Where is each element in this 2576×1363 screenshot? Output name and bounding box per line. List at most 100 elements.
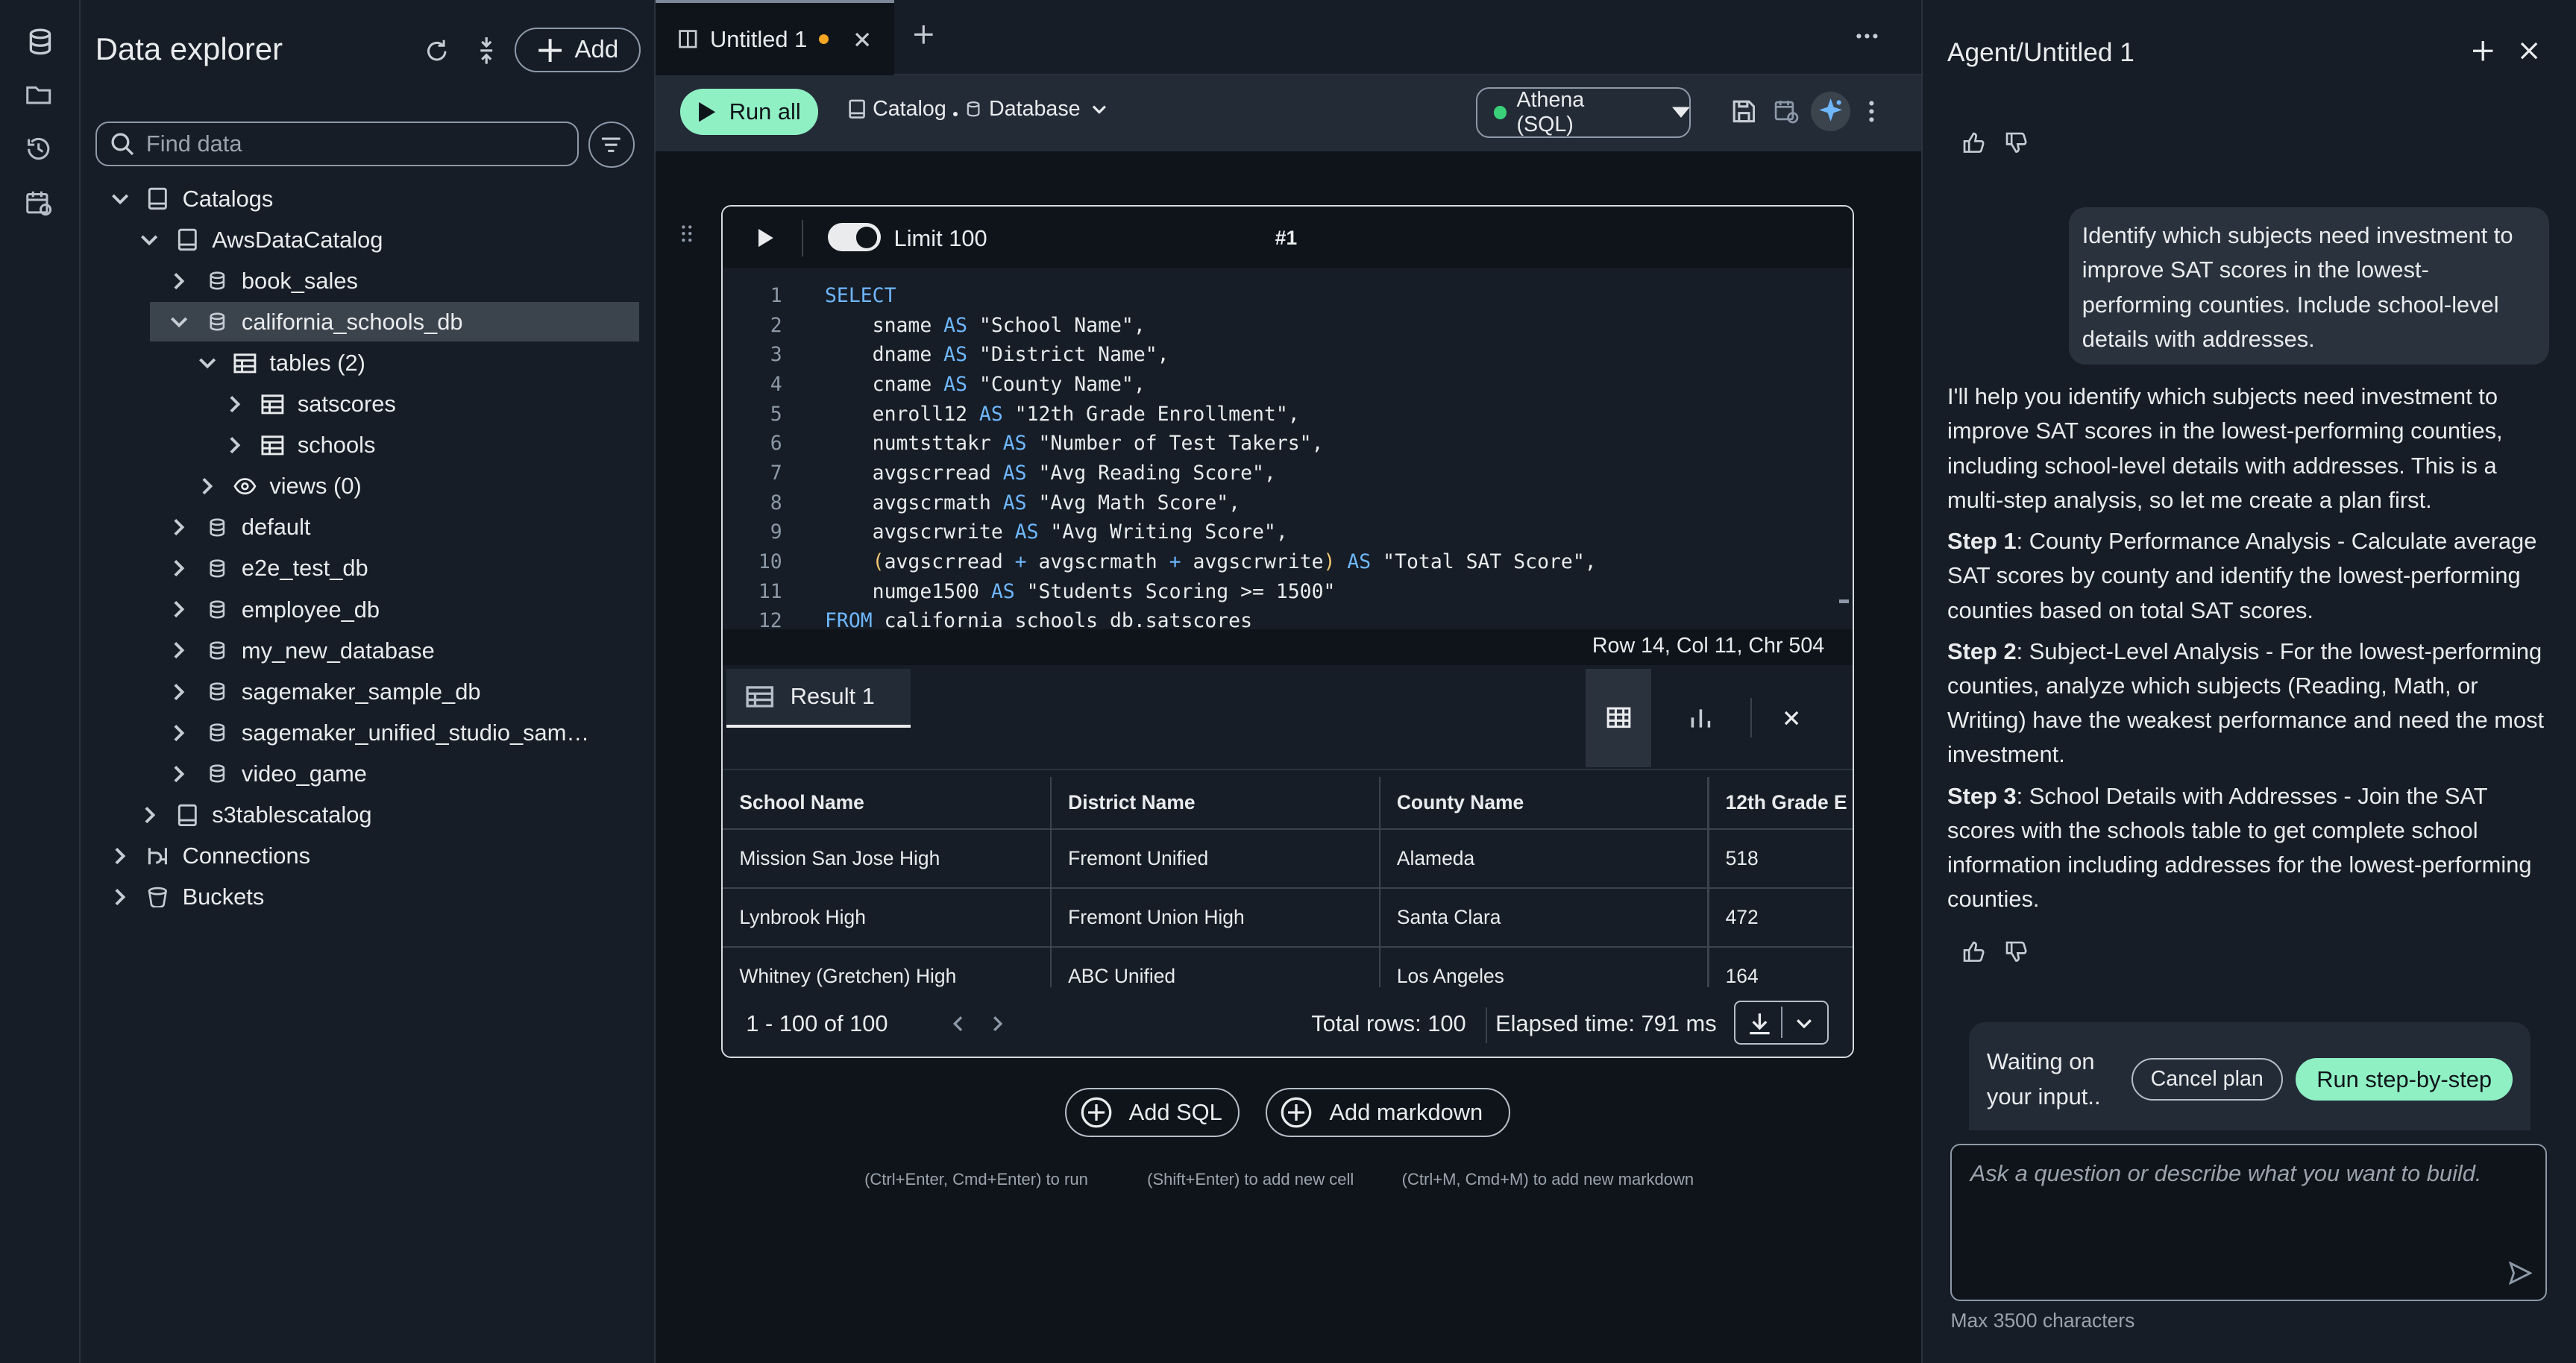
chevron-right-icon[interactable]: [169, 682, 189, 701]
catalog-icon: [849, 99, 865, 119]
plan-step-3: Step 3: School Details with Addresses - …: [1947, 779, 2559, 917]
chart-view-icon[interactable]: [1684, 702, 1717, 734]
run-step-by-step-button[interactable]: Run step-by-step: [2296, 1058, 2513, 1101]
send-icon[interactable]: [2507, 1260, 2533, 1286]
column-divider[interactable]: [1049, 777, 1052, 988]
history-icon[interactable]: [25, 135, 56, 166]
add-sql-label: Add SQL: [1128, 1098, 1222, 1125]
column-header[interactable]: County Name: [1380, 777, 1709, 830]
database-icon[interactable]: [25, 26, 56, 57]
tree-item[interactable]: Catalogs: [81, 179, 656, 218]
find-data-input[interactable]: [145, 130, 541, 157]
close-panel-icon[interactable]: [2516, 38, 2542, 64]
tree-item[interactable]: employee_db: [81, 590, 656, 629]
notebook-tab-bar: Untitled 1: [656, 0, 1921, 76]
prompt-input[interactable]: [1952, 1145, 2546, 1300]
drag-handle-icon[interactable]: [679, 221, 695, 245]
toggle-knob: [855, 226, 878, 248]
thumbs-up-icon[interactable]: [1962, 939, 1985, 963]
limit-toggle[interactable]: [828, 223, 881, 251]
chevron-right-icon[interactable]: [169, 271, 189, 291]
chevron-right-icon[interactable]: [225, 435, 245, 455]
chevron-down-icon[interactable]: [139, 230, 159, 250]
tree-item[interactable]: schools: [81, 426, 656, 465]
chevron-right-icon[interactable]: [169, 764, 189, 784]
close-results-icon[interactable]: [1778, 705, 1804, 731]
tree-item[interactable]: book_sales: [81, 261, 656, 300]
tab-untitled-1[interactable]: Untitled 1: [656, 0, 894, 76]
tree-item[interactable]: Buckets: [81, 878, 656, 917]
scheduler-icon[interactable]: [25, 189, 56, 220]
new-chat-plus-icon[interactable]: [2470, 38, 2496, 64]
find-data-search[interactable]: [95, 122, 579, 166]
tree-item[interactable]: california_schools_db: [149, 302, 640, 342]
column-header[interactable]: District Name: [1052, 777, 1380, 830]
sql-editor[interactable]: 1 SELECT 2 sname AS "School Name", 3 dname …: [723, 267, 1853, 629]
tree-item[interactable]: sagemaker_sample_db: [81, 672, 656, 711]
add-sql-button[interactable]: Add SQL: [1064, 1087, 1240, 1137]
chevron-down-icon[interactable]: [110, 189, 130, 208]
chevron-right-icon[interactable]: [110, 887, 130, 907]
schedule-icon[interactable]: [1774, 98, 1800, 125]
tree-item[interactable]: views (0): [81, 467, 656, 506]
code-text: numge1500 AS "Students Scoring >= 1500": [824, 579, 1336, 603]
chevron-right-icon[interactable]: [169, 517, 189, 537]
chevron-down-icon[interactable]: [169, 312, 189, 332]
run-cell-play-icon[interactable]: [755, 228, 775, 248]
save-icon[interactable]: [1730, 98, 1756, 125]
tree-item[interactable]: video_game: [81, 754, 656, 793]
chevron-right-icon[interactable]: [169, 640, 189, 660]
new-tab-plus-icon[interactable]: [911, 19, 937, 49]
column-header[interactable]: 12th Grade E: [1709, 777, 1853, 830]
chevron-right-icon[interactable]: [169, 599, 189, 619]
thumbs-down-icon[interactable]: [2005, 939, 2028, 963]
filter-button[interactable]: [588, 122, 635, 168]
engine-selector[interactable]: Athena (SQL): [1475, 86, 1691, 139]
thumbs-down-icon[interactable]: [2005, 131, 2028, 154]
tree-item[interactable]: satscores: [81, 385, 656, 424]
add-markdown-button[interactable]: Add markdown: [1265, 1087, 1511, 1137]
bucket-icon: [146, 886, 169, 909]
chevron-right-icon[interactable]: [139, 805, 159, 825]
folder-icon[interactable]: [25, 81, 56, 112]
tree-item[interactable]: tables (2): [81, 344, 656, 383]
table-view-icon[interactable]: [1586, 668, 1652, 767]
tree-item[interactable]: Connections: [81, 837, 656, 876]
next-page-icon[interactable]: [989, 1012, 1005, 1035]
chevron-right-icon[interactable]: [225, 394, 245, 414]
run-all-button[interactable]: Run all: [680, 88, 819, 135]
prev-page-icon[interactable]: [949, 1012, 966, 1035]
cancel-plan-button[interactable]: Cancel plan: [2131, 1058, 2283, 1101]
column-divider[interactable]: [1707, 777, 1709, 988]
tree-item[interactable]: my_new_database: [81, 631, 656, 670]
refresh-icon[interactable]: [421, 34, 453, 67]
close-tab-icon[interactable]: [853, 31, 871, 48]
chevron-right-icon[interactable]: [169, 558, 189, 578]
line-number: 3: [770, 343, 782, 367]
chevron-right-icon[interactable]: [197, 476, 216, 496]
tree-item[interactable]: AwsDataCatalog: [81, 220, 656, 259]
catalog-database-selector[interactable]: Catalog Database: [848, 97, 1107, 122]
tree-item[interactable]: s3tablescatalog: [81, 796, 656, 835]
collapse-all-icon[interactable]: [474, 34, 500, 67]
more-options-icon[interactable]: [1852, 22, 1882, 51]
download-button[interactable]: [1733, 1000, 1829, 1045]
toolbar-more-icon[interactable]: [1865, 98, 1879, 125]
sql-cell[interactable]: Limit 100 #1 1 SELECT 2 sname AS "School N…: [721, 205, 1854, 1059]
add-button[interactable]: Add: [514, 28, 641, 72]
divider: [802, 220, 804, 256]
chevron-right-icon[interactable]: [110, 846, 130, 866]
column-header[interactable]: School Name: [723, 777, 1052, 830]
thumbs-up-icon[interactable]: [1962, 131, 1985, 154]
tree-item-label: sagemaker_unified_studio_sam…: [241, 719, 590, 746]
tree-item[interactable]: sagemaker_unified_studio_sam…: [81, 713, 656, 752]
ai-sparkle-icon[interactable]: [1811, 92, 1851, 132]
chevron-right-icon[interactable]: [169, 723, 189, 743]
tree-item-label: my_new_database: [241, 637, 435, 664]
tree-item[interactable]: default: [81, 508, 656, 547]
line-number: 2: [770, 313, 782, 337]
tree-item[interactable]: e2e_test_db: [81, 549, 656, 588]
result-1-tab[interactable]: Result 1: [726, 668, 911, 728]
column-divider[interactable]: [1378, 777, 1380, 988]
chevron-down-icon[interactable]: [197, 353, 216, 373]
